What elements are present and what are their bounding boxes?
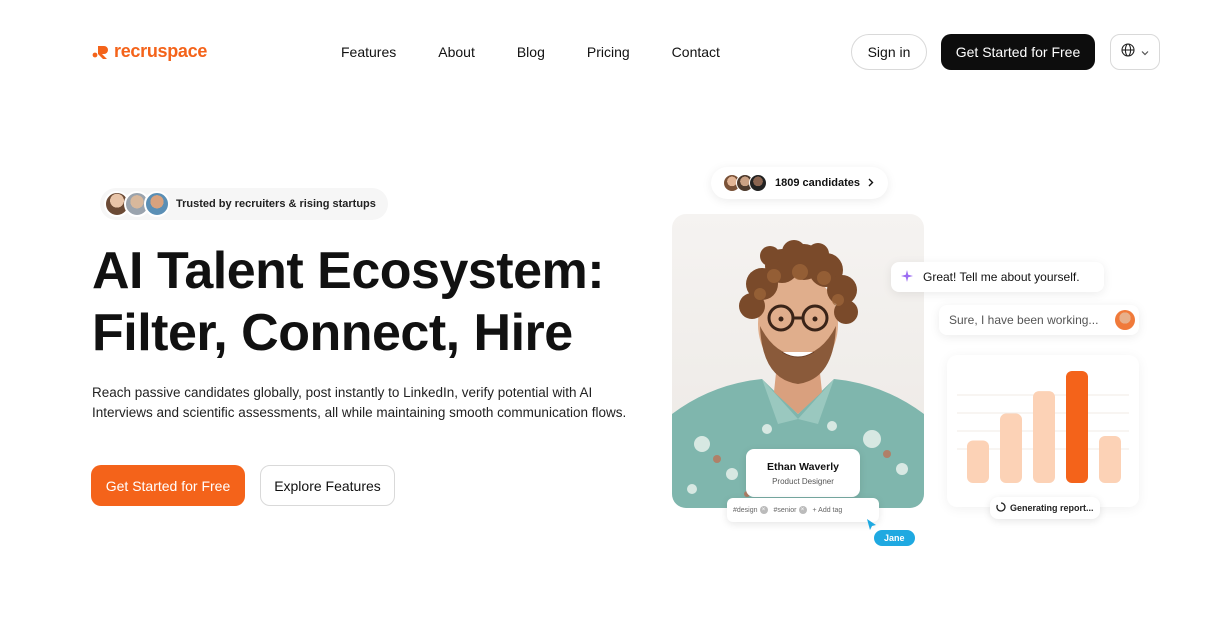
report-chart-card <box>947 355 1139 507</box>
avatar <box>1115 310 1135 330</box>
avatar <box>749 174 767 192</box>
chevron-right-icon <box>868 174 874 192</box>
tag-label: #senior <box>773 506 797 514</box>
chart-bar <box>1033 391 1055 483</box>
sign-in-button[interactable]: Sign in <box>851 34 927 70</box>
candidates-count: 1809 candidates <box>775 177 860 189</box>
avatar-group <box>104 191 170 217</box>
spinner-icon <box>996 502 1006 514</box>
candidate-name: Ethan Waverly <box>767 460 839 473</box>
chart-bar <box>1099 435 1121 483</box>
chart-bar <box>1000 413 1022 483</box>
tag-label: #design <box>733 506 758 514</box>
avatar-group <box>723 174 767 192</box>
candidate-role: Product Designer <box>772 476 834 486</box>
logo-text: recruspace <box>114 41 208 61</box>
trusted-text: Trusted by recruiters & rising startups <box>176 198 376 210</box>
tag-chip[interactable]: #senior × <box>774 506 807 514</box>
nav-blog[interactable]: Blog <box>517 44 545 60</box>
nav-get-started-button[interactable]: Get Started for Free <box>941 34 1095 70</box>
chart-bar <box>967 440 989 483</box>
explore-features-button[interactable]: Explore Features <box>260 465 395 506</box>
logo[interactable]: recruspace <box>92 41 207 62</box>
main-nav: Features About Blog Pricing Contact <box>341 44 720 60</box>
ai-chat-bubble: Great! Tell me about yourself. <box>891 262 1104 292</box>
report-chart <box>957 371 1129 483</box>
get-started-button[interactable]: Get Started for Free <box>91 465 245 506</box>
remove-tag-icon[interactable]: × <box>798 506 807 514</box>
user-chat-text: Sure, I have been working... <box>949 313 1099 327</box>
hero-title: AI Talent Ecosystem: Filter, Connect, Hi… <box>92 240 652 364</box>
nav-contact[interactable]: Contact <box>672 44 720 60</box>
user-chat-bubble: Sure, I have been working... <box>939 305 1139 335</box>
chevron-down-icon <box>1141 43 1149 61</box>
candidates-pill[interactable]: 1809 candidates <box>711 167 888 199</box>
avatar <box>144 191 170 217</box>
globe-icon <box>1121 42 1135 62</box>
logo-mark-icon <box>92 43 110 61</box>
tag-chip[interactable]: #design × <box>733 506 768 514</box>
hero-title-line1: AI Talent Ecosystem: <box>92 242 605 300</box>
chart-bar <box>1066 371 1088 483</box>
generating-report-text: Generating report... <box>1010 503 1094 513</box>
cursor-user-label: Jane <box>874 530 915 546</box>
add-tag-button[interactable]: + Add tag <box>813 507 843 514</box>
nav-about[interactable]: About <box>438 44 475 60</box>
remove-tag-icon[interactable]: × <box>759 506 768 514</box>
hero-subtitle: Reach passive candidates globally, post … <box>92 385 627 420</box>
sparkle-icon <box>901 269 913 285</box>
tag-bar: #design × #senior × + Add tag <box>727 498 879 522</box>
nav-pricing[interactable]: Pricing <box>587 44 630 60</box>
candidate-card[interactable]: Ethan Waverly Product Designer <box>746 449 860 497</box>
language-selector[interactable] <box>1110 34 1160 70</box>
generating-report-pill: Generating report... <box>990 497 1100 519</box>
hero-title-line2: Filter, Connect, Hire <box>92 304 573 362</box>
trusted-badge: Trusted by recruiters & rising startups <box>100 188 388 220</box>
nav-features[interactable]: Features <box>341 44 396 60</box>
ai-chat-text: Great! Tell me about yourself. <box>923 270 1080 284</box>
